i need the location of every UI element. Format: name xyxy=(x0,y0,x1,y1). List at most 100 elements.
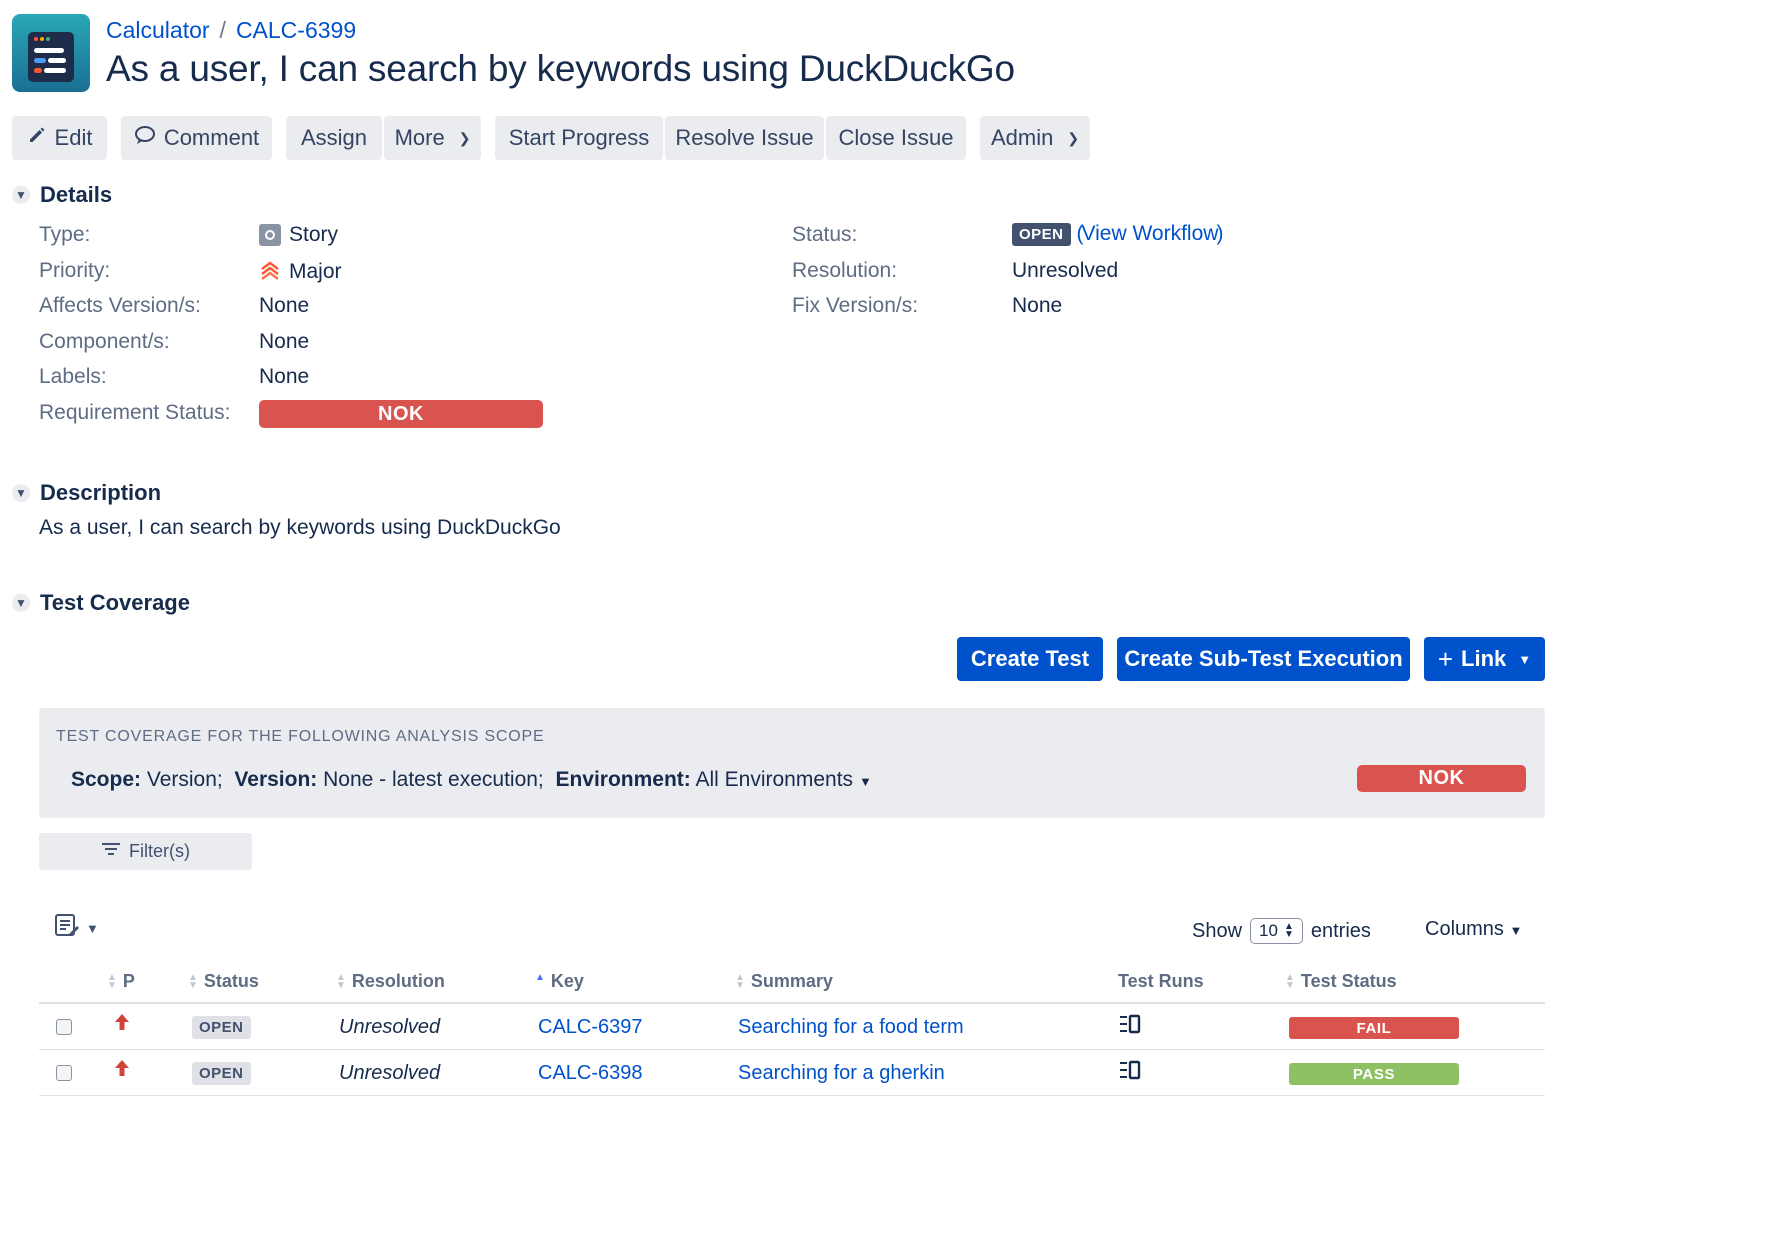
view-workflow-link[interactable]: View Workflow xyxy=(1082,222,1219,246)
link-button[interactable]: + Link ▼ xyxy=(1424,637,1545,681)
collapse-chevron-icon[interactable]: ▼ xyxy=(12,186,30,204)
column-header-priority-label: P xyxy=(122,971,135,991)
fix-version-value: None xyxy=(1012,294,1063,317)
column-header-status-label: Status xyxy=(203,971,259,991)
row-key-link[interactable]: CALC-6397 xyxy=(538,1016,643,1039)
resolve-issue-button[interactable]: Resolve Issue xyxy=(665,116,824,160)
chevron-down-icon: ▼ xyxy=(86,920,99,936)
collapse-chevron-icon[interactable]: ▼ xyxy=(12,484,30,502)
status-label: Status: xyxy=(792,223,858,246)
test-coverage-section-header[interactable]: ▼ Test Coverage xyxy=(12,590,190,616)
column-header-key[interactable]: ▲▼ Key xyxy=(535,971,584,992)
row-test-status-badge: PASS xyxy=(1289,1063,1459,1085)
priority-label: Priority: xyxy=(39,259,111,282)
priority-value-text: Major xyxy=(289,260,342,283)
status-badge: OPEN xyxy=(1012,222,1071,246)
priority-high-icon xyxy=(113,1058,131,1078)
edit-button-label: Edit xyxy=(54,125,93,150)
scope-status-badge: NOK xyxy=(1357,765,1526,792)
comment-button[interactable]: Comment xyxy=(121,116,272,160)
paren-close: ) xyxy=(1216,222,1224,245)
close-issue-button[interactable]: Close Issue xyxy=(826,116,966,160)
columns-dropdown[interactable]: Columns ▼ xyxy=(1425,918,1522,941)
type-value: Story xyxy=(259,223,338,247)
column-header-test-status[interactable]: ▲ ▼ Test Status xyxy=(1285,971,1397,992)
sort-icon: ▲ ▼ xyxy=(188,971,198,991)
component-label: Component/s: xyxy=(39,330,170,353)
updown-icon: ▲ ▼ xyxy=(1283,921,1294,940)
filter-icon xyxy=(101,841,121,862)
scope-label: Scope: xyxy=(71,768,142,791)
chevron-down-icon: ❯ xyxy=(458,129,471,146)
test-coverage-table-header: ▲▼ P ▲▼ Status ▲▼ Resolution ▲▼ Key ▲▼ S… xyxy=(39,964,1545,1004)
scope-value: Version; xyxy=(146,768,223,791)
environment-value: All Environments xyxy=(695,768,854,791)
column-header-resolution[interactable]: ▲ ▼ Resolution xyxy=(336,971,445,992)
column-chooser-button[interactable]: ▼ xyxy=(54,912,99,944)
show-label: Show xyxy=(1192,919,1243,942)
breadcrumb-separator: / xyxy=(219,17,226,43)
admin-button[interactable]: Admin ❯ xyxy=(980,116,1090,160)
filters-button[interactable]: Filter(s) xyxy=(39,833,252,870)
details-heading: Details xyxy=(40,182,113,207)
version-value: None - latest execution; xyxy=(323,768,544,791)
row-checkbox[interactable] xyxy=(56,1019,72,1035)
row-status-badge: OPEN xyxy=(192,1016,251,1039)
details-section-header[interactable]: ▼ Details xyxy=(12,182,112,208)
test-runs-icon[interactable] xyxy=(1119,1060,1141,1080)
description-heading: Description xyxy=(40,480,162,505)
chevron-down-icon: ▼ xyxy=(1518,651,1532,667)
description-text: As a user, I can search by keywords usin… xyxy=(39,516,561,539)
edit-button[interactable]: Edit xyxy=(12,116,107,160)
labels-label: Labels: xyxy=(39,365,107,388)
page-size-control: Show 10 ▲ ▼ entries xyxy=(1192,918,1371,944)
environment-label: Environment: xyxy=(555,768,691,791)
create-sub-test-execution-button[interactable]: Create Sub-Test Execution xyxy=(1117,637,1410,681)
priority-major-icon xyxy=(259,259,281,285)
project-avatar-icon[interactable] xyxy=(12,14,90,92)
analysis-scope-summary: Scope: Version; Version: None - latest e… xyxy=(71,768,872,792)
column-header-summary[interactable]: ▲ ▼ Summary xyxy=(735,971,833,992)
issue-title[interactable]: As a user, I can search by keywords usin… xyxy=(106,48,1015,90)
entries-label: entries xyxy=(1310,919,1371,942)
row-summary-link[interactable]: Searching for a gherkin xyxy=(738,1062,945,1085)
column-header-resolution-label: Resolution xyxy=(351,971,445,991)
caret-down-icon: ▼ xyxy=(1509,923,1523,938)
requirement-status-badge: NOK xyxy=(259,400,543,428)
row-key-link[interactable]: CALC-6398 xyxy=(538,1062,643,1085)
issue-header: Calculator / CALC-6399 As a user, I can se… xyxy=(12,14,1752,96)
version-label: Version: xyxy=(234,768,318,791)
test-runs-icon[interactable] xyxy=(1119,1014,1141,1034)
column-header-test-status-label: Test Status xyxy=(1300,971,1397,991)
admin-button-label: Admin xyxy=(990,125,1054,150)
column-header-test-runs: Test Runs xyxy=(1118,971,1204,991)
list-edit-icon xyxy=(54,912,80,944)
create-test-button[interactable]: Create Test xyxy=(957,637,1103,681)
chevron-down-icon: ❯ xyxy=(1067,129,1080,146)
column-header-priority[interactable]: ▲ ▼ P xyxy=(107,971,135,992)
table-row: OPEN Unresolved CALC-6397 Searching for … xyxy=(39,1004,1545,1050)
row-checkbox[interactable] xyxy=(56,1065,72,1081)
start-progress-button[interactable]: Start Progress xyxy=(495,116,663,160)
sort-icon: ▲ ▼ xyxy=(336,971,346,991)
page-size-select[interactable]: 10 ▲ ▼ xyxy=(1250,918,1303,944)
column-header-summary-label: Summary xyxy=(750,971,833,991)
assign-button[interactable]: Assign xyxy=(286,116,382,160)
environment-dropdown[interactable]: All Environments ▼ xyxy=(695,768,871,791)
caret-down-icon: ▼ xyxy=(859,774,872,789)
status-value: OPEN (View Workflow) xyxy=(1012,222,1223,246)
comment-button-label: Comment xyxy=(163,125,260,150)
plus-icon: + xyxy=(1437,643,1454,674)
breadcrumb-issue-key-link[interactable]: CALC-6399 xyxy=(236,17,356,43)
sort-ascending-icon: ▲▼ xyxy=(535,971,545,983)
collapse-chevron-icon[interactable]: ▼ xyxy=(12,594,30,612)
column-header-status[interactable]: ▲ ▼ Status xyxy=(188,971,259,992)
story-icon xyxy=(259,224,281,246)
row-status-badge: OPEN xyxy=(192,1062,251,1085)
breadcrumb-project-link[interactable]: Calculator xyxy=(106,17,210,43)
row-summary-link[interactable]: Searching for a food term xyxy=(738,1016,964,1039)
sort-icon: ▲ ▼ xyxy=(1285,971,1295,991)
description-section-header[interactable]: ▼ Description xyxy=(12,480,161,506)
comment-icon xyxy=(134,125,156,151)
more-button[interactable]: More ❯ xyxy=(384,116,481,160)
